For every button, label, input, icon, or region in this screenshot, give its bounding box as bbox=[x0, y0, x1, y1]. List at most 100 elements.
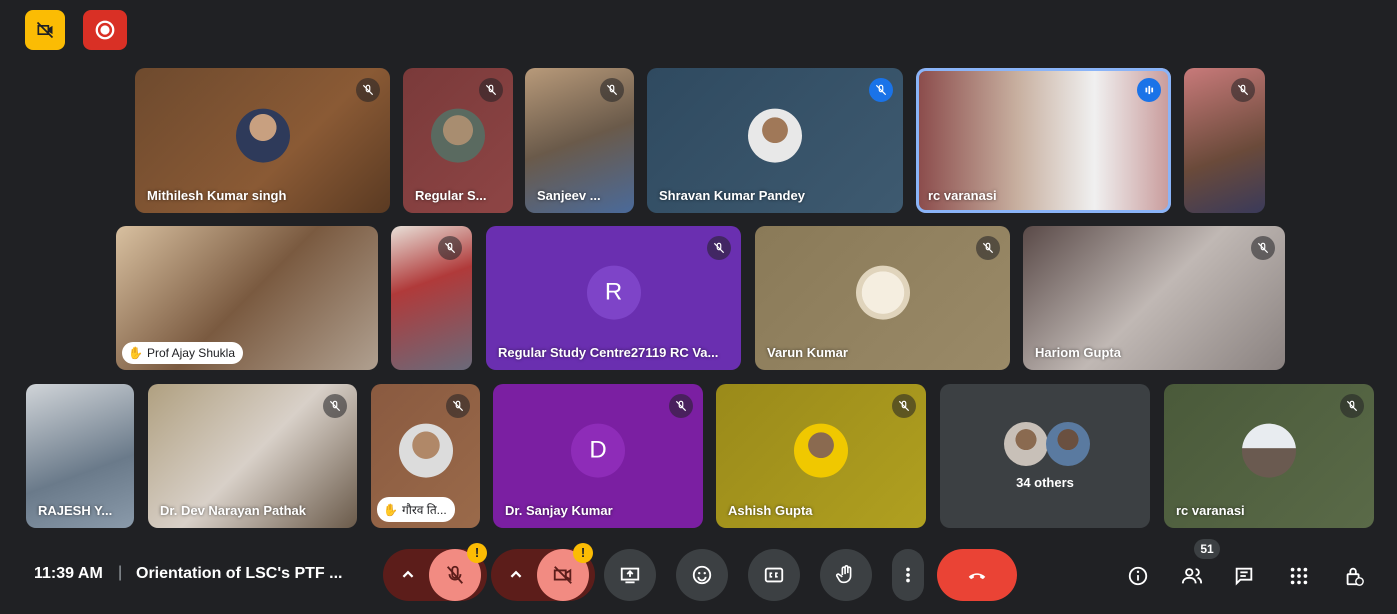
mic-warning-badge: ! bbox=[467, 543, 487, 563]
raise-hand-button[interactable] bbox=[820, 549, 872, 601]
avatar bbox=[1242, 423, 1296, 478]
participant-tile[interactable]: D Dr. Sanjay Kumar bbox=[493, 384, 703, 528]
participant-tile[interactable]: Mithilesh Kumar singh bbox=[135, 68, 390, 213]
participant-tile[interactable]: Shravan Kumar Pandey bbox=[647, 68, 903, 213]
host-controls-button[interactable] bbox=[1338, 560, 1370, 592]
participant-name: Shravan Kumar Pandey bbox=[659, 188, 805, 203]
camera-off-icon bbox=[553, 566, 572, 584]
participant-name: Regular S... bbox=[415, 188, 487, 203]
participant-tile[interactable]: R Regular Study Centre27119 RC Va... bbox=[486, 226, 741, 370]
chevron-up-icon bbox=[510, 570, 522, 578]
separator: | bbox=[118, 564, 123, 581]
participant-name: Hariom Gupta bbox=[1035, 345, 1121, 360]
mic-off-icon bbox=[1251, 236, 1275, 260]
hand-raised-icon: ✋ bbox=[383, 502, 398, 517]
participant-tile[interactable]: Varun Kumar bbox=[755, 226, 1010, 370]
avatar bbox=[748, 108, 802, 163]
meeting-time: 11:39 AM bbox=[34, 565, 103, 582]
participant-tile[interactable]: Regular S... bbox=[403, 68, 513, 213]
participant-tile[interactable] bbox=[1184, 68, 1265, 213]
others-avatar-1 bbox=[1004, 422, 1048, 466]
participant-tile[interactable]: Hariom Gupta bbox=[1023, 226, 1285, 370]
mic-off-icon bbox=[356, 78, 380, 102]
audio-options-button[interactable] bbox=[383, 549, 433, 601]
avatar bbox=[431, 108, 485, 163]
captions-button[interactable] bbox=[748, 549, 800, 601]
more-vert-icon bbox=[906, 567, 910, 583]
video-options-button[interactable] bbox=[491, 549, 541, 601]
mic-off-icon bbox=[669, 394, 693, 418]
participant-tile[interactable]: ✋ गौरव ति... bbox=[371, 384, 480, 528]
avatar bbox=[794, 423, 848, 478]
participant-tile[interactable]: rc varanasi bbox=[1164, 384, 1374, 528]
participant-count-badge: 51 bbox=[1194, 539, 1220, 559]
mic-off-icon bbox=[976, 236, 1000, 260]
speaking-indicator-icon bbox=[1137, 78, 1161, 102]
participant-name: Varun Kumar bbox=[767, 345, 848, 360]
avatar-initial: D bbox=[571, 423, 625, 478]
others-avatar-2 bbox=[1046, 422, 1090, 466]
info-icon bbox=[1128, 566, 1148, 586]
mic-off-icon bbox=[438, 236, 462, 260]
mic-off-icon bbox=[600, 78, 624, 102]
leave-call-button[interactable] bbox=[937, 549, 1017, 601]
participant-tile[interactable]: RAJESH Y... bbox=[26, 384, 134, 528]
meeting-title: Orientation of LSC's PTF ... bbox=[136, 565, 343, 582]
avatar bbox=[855, 265, 910, 320]
participant-tile[interactable]: Dr. Dev Narayan Pathak bbox=[148, 384, 357, 528]
participant-tile[interactable]: ✋ Prof Ajay Shukla bbox=[116, 226, 378, 370]
mic-off-icon bbox=[323, 394, 347, 418]
camera-warning-badge: ! bbox=[573, 543, 593, 563]
participant-tile[interactable] bbox=[391, 226, 472, 370]
mic-off-icon bbox=[707, 236, 731, 260]
participant-tile[interactable]: Ashish Gupta bbox=[716, 384, 926, 528]
lock-person-icon bbox=[1346, 567, 1364, 586]
apps-grid-icon bbox=[1290, 567, 1308, 585]
people-button[interactable] bbox=[1176, 560, 1208, 592]
avatar bbox=[398, 423, 453, 478]
participant-name: Mithilesh Kumar singh bbox=[147, 188, 287, 203]
participant-tile[interactable]: Sanjeev ... bbox=[525, 68, 634, 213]
mic-off-icon bbox=[1340, 394, 1364, 418]
activities-button[interactable] bbox=[1283, 560, 1315, 592]
people-icon bbox=[1181, 568, 1203, 584]
participant-name: Regular Study Centre27119 RC Va... bbox=[498, 345, 719, 360]
hand-raised-label: ✋ गौरव ति... bbox=[377, 497, 455, 522]
no-camera-badge bbox=[25, 10, 65, 50]
chevron-up-icon bbox=[402, 570, 414, 578]
emoji-icon bbox=[692, 565, 712, 585]
end-call-icon bbox=[968, 573, 986, 580]
recording-badge bbox=[83, 10, 127, 50]
participant-name: Sanjeev ... bbox=[537, 188, 601, 203]
participant-name: Prof Ajay Shukla bbox=[146, 346, 236, 360]
participant-name: RAJESH Y... bbox=[38, 503, 113, 518]
chat-button[interactable] bbox=[1228, 560, 1260, 592]
others-count: 34 others bbox=[1016, 475, 1074, 490]
mic-off-icon bbox=[869, 78, 893, 102]
meeting-details-button[interactable] bbox=[1122, 560, 1154, 592]
captions-icon bbox=[764, 567, 784, 583]
more-options-button[interactable] bbox=[892, 549, 924, 601]
participant-name: Dr. Dev Narayan Pathak bbox=[160, 503, 306, 518]
camera-off-icon bbox=[36, 21, 54, 39]
mic-off-icon bbox=[892, 394, 916, 418]
hand-raised-label: ✋ Prof Ajay Shukla bbox=[122, 342, 244, 364]
mic-off-icon bbox=[479, 78, 503, 102]
avatar-initial: R bbox=[586, 265, 641, 320]
hand-icon bbox=[836, 565, 852, 584]
mic-off-icon bbox=[1231, 78, 1255, 102]
present-screen-icon bbox=[620, 567, 640, 584]
others-tile[interactable]: 34 others bbox=[940, 384, 1150, 528]
mic-off-icon bbox=[446, 394, 470, 418]
chat-icon bbox=[1235, 567, 1253, 586]
mic-off-icon bbox=[446, 565, 464, 584]
hand-raised-icon: ✋ bbox=[128, 346, 143, 360]
present-screen-button[interactable] bbox=[604, 549, 656, 601]
reactions-button[interactable] bbox=[676, 549, 728, 601]
participant-tile-active-speaker[interactable]: rc varanasi bbox=[916, 68, 1171, 213]
avatar bbox=[235, 108, 290, 163]
participant-name: गौरव ति... bbox=[401, 503, 447, 517]
participant-name: rc varanasi bbox=[928, 188, 997, 203]
participant-name: Ashish Gupta bbox=[728, 503, 813, 518]
participant-name: rc varanasi bbox=[1176, 503, 1245, 518]
